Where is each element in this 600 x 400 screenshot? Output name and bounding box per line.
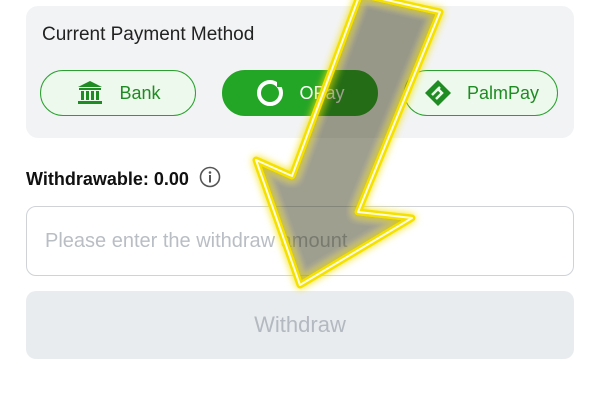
- payment-method-options: Bank OPay PalmPay: [40, 70, 574, 118]
- payment-method-title: Current Payment Method: [42, 24, 255, 45]
- opay-method-label: OPay: [299, 82, 345, 103]
- withdraw-amount-input[interactable]: [26, 206, 574, 276]
- opay-method-button[interactable]: OPay: [222, 70, 378, 116]
- info-icon[interactable]: [199, 166, 221, 193]
- payment-method-card: Current Payment Method Bank OPay PalmPay: [26, 6, 574, 138]
- bank-method-button[interactable]: Bank: [40, 70, 196, 116]
- withdraw-button[interactable]: Withdraw: [26, 291, 574, 359]
- bank-icon: [75, 78, 105, 108]
- withdrawable-balance: Withdrawable: 0.00: [26, 166, 221, 192]
- palmpay-method-button[interactable]: PalmPay: [404, 70, 558, 116]
- withdrawable-label: Withdrawable: 0.00: [26, 168, 189, 189]
- palmpay-icon: [423, 78, 453, 108]
- opay-icon: [255, 78, 285, 108]
- bank-method-label: Bank: [119, 82, 161, 103]
- palmpay-method-label: PalmPay: [466, 82, 540, 103]
